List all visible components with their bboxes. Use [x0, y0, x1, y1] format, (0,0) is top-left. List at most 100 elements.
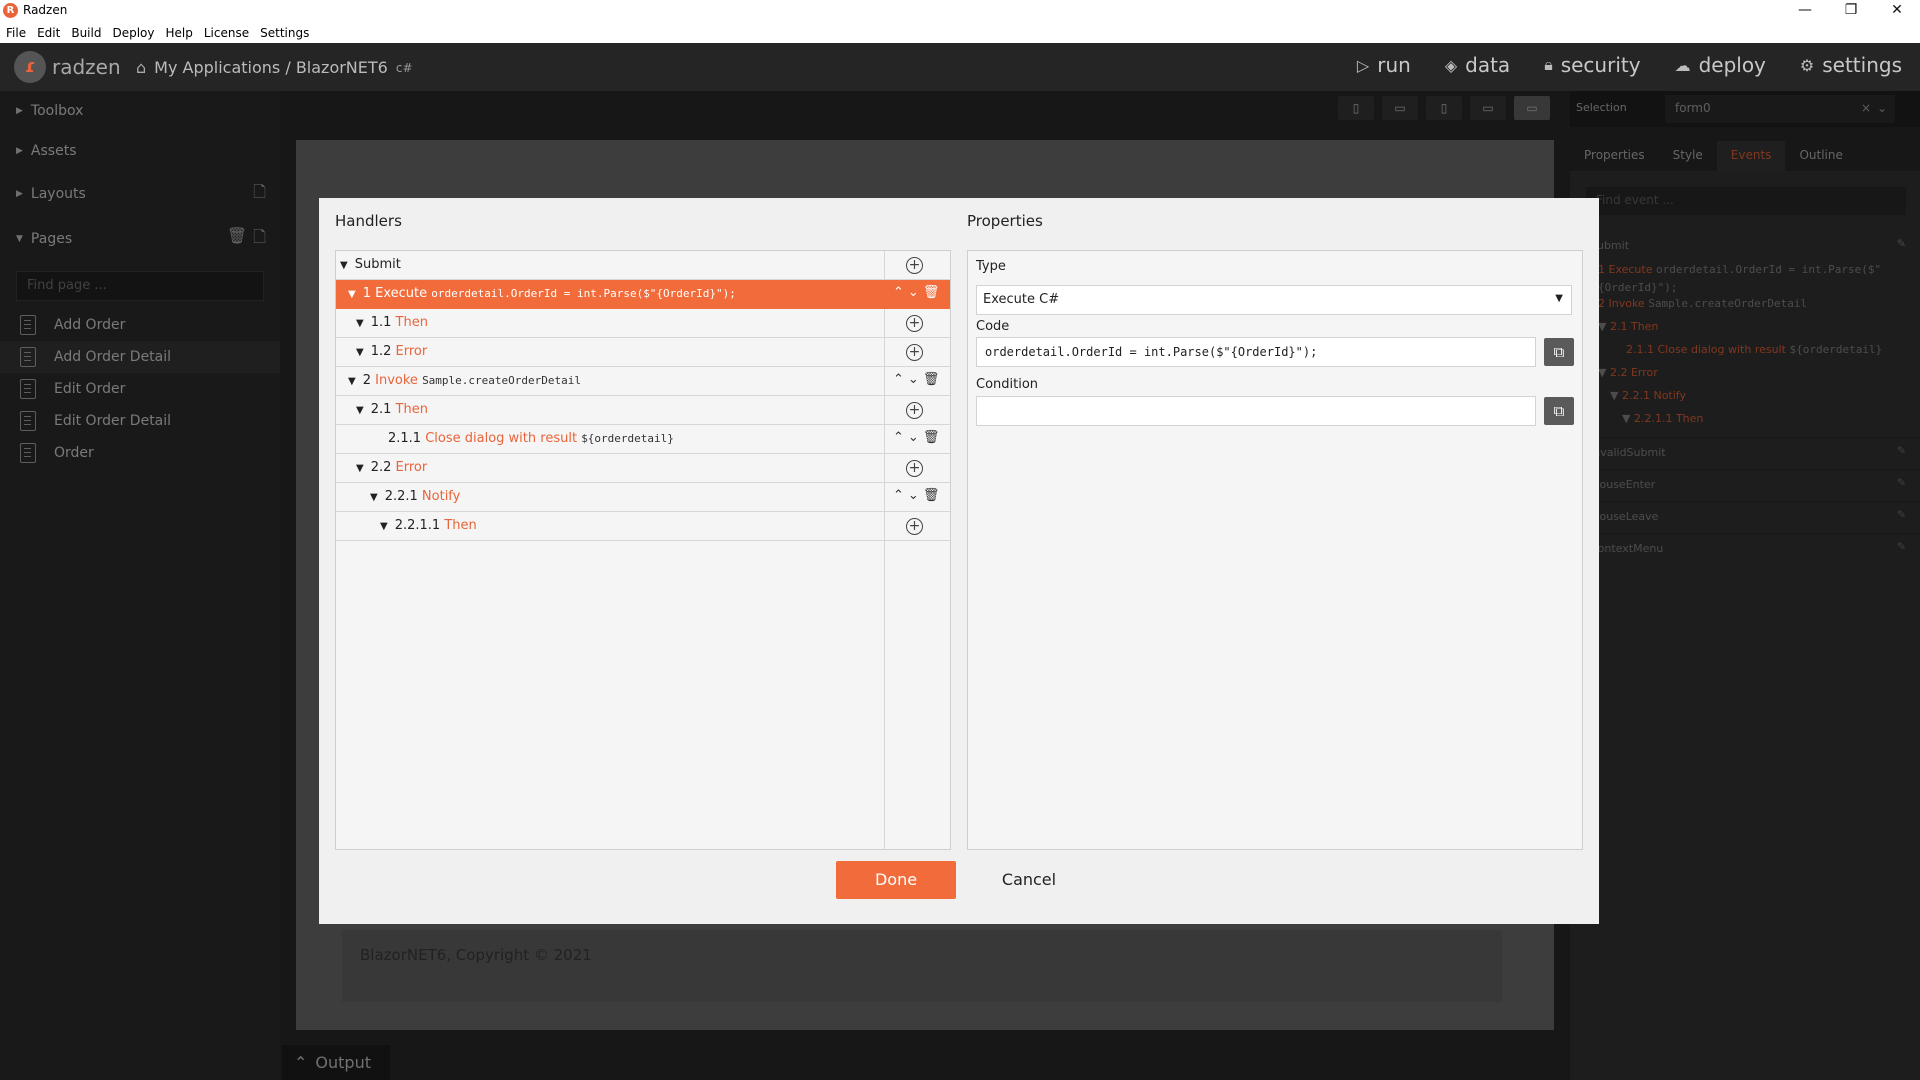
handler-row-2[interactable]: ▼ 2 Invoke Sample.createOrderDetail ⌃ ⌄ 🗑: [336, 367, 950, 396]
caret-down-icon[interactable]: ▼: [348, 289, 356, 300]
nav-deploy-label: deploy: [1698, 53, 1766, 77]
handler-num: 2.1: [370, 402, 392, 417]
move-up-icon[interactable]: ⌃: [893, 430, 904, 445]
handler-num: 1: [362, 286, 371, 301]
add-action-icon[interactable]: +: [906, 344, 923, 361]
type-select[interactable]: Execute C# ▼: [976, 285, 1572, 315]
caret-down-icon[interactable]: ▼: [356, 463, 364, 474]
cancel-button[interactable]: Cancel: [969, 861, 1089, 899]
code-input[interactable]: orderdetail.OrderId = int.Parse($"{Order…: [976, 337, 1536, 367]
handler-num: 1.2: [370, 344, 392, 359]
handler-num: 2.1.1: [388, 431, 422, 446]
menu-build[interactable]: Build: [71, 26, 101, 40]
handler-row-1[interactable]: ▼ 1 Execute orderdetail.OrderId = int.Par…: [336, 280, 950, 309]
nav-data[interactable]: ◈ data: [1445, 53, 1510, 77]
nav-run[interactable]: ▷ run: [1357, 53, 1411, 77]
menu-deploy[interactable]: Deploy: [112, 26, 154, 40]
handler-row-2-1[interactable]: ▼ 2.1 Then +: [336, 396, 950, 425]
handler-row-2-2[interactable]: ▼ 2.2 Error +: [336, 454, 950, 483]
done-button[interactable]: Done: [836, 861, 956, 899]
handler-row-1-2[interactable]: ▼ 1.2 Error +: [336, 338, 950, 367]
move-down-icon[interactable]: ⌄: [908, 488, 919, 503]
handler-kw: Then: [395, 402, 428, 417]
add-action-icon[interactable]: +: [906, 257, 923, 274]
nav-security[interactable]: 🔒︎ security: [1544, 53, 1640, 77]
handler-row-2-2-1-1[interactable]: ▼ 2.2.1.1 Then +: [336, 512, 950, 541]
condition-label: Condition: [976, 377, 1039, 392]
cloud-icon: ☁: [1674, 55, 1691, 75]
handler-kw: Invoke: [375, 373, 418, 388]
handler-code: orderdetail.OrderId = int.Parse($"{Order…: [431, 287, 736, 300]
open-editor-icon[interactable]: ⧉: [1544, 397, 1574, 425]
move-up-icon[interactable]: ⌃: [893, 488, 904, 503]
add-action-icon[interactable]: +: [906, 402, 923, 419]
delete-icon[interactable]: 🗑: [923, 430, 940, 445]
menu-edit[interactable]: Edit: [37, 26, 60, 40]
delete-icon[interactable]: 🗑: [923, 488, 940, 503]
caret-down-icon[interactable]: ▼: [370, 492, 378, 503]
caret-down-icon[interactable]: ▼: [356, 405, 364, 416]
nav-data-label: data: [1465, 53, 1511, 77]
menu-settings[interactable]: Settings: [260, 26, 309, 40]
nav-deploy[interactable]: ☁ deploy: [1675, 53, 1766, 77]
play-icon: ▷: [1356, 55, 1370, 75]
menu-help[interactable]: Help: [166, 26, 193, 40]
caret-down-icon[interactable]: ▼: [340, 260, 348, 271]
close-window-button[interactable]: ✕: [1874, 0, 1920, 22]
move-down-icon[interactable]: ⌄: [908, 430, 919, 445]
caret-down-icon[interactable]: ▼: [356, 347, 364, 358]
menu-file[interactable]: File: [6, 26, 26, 40]
home-icon: ⌂: [136, 58, 147, 77]
column-divider: [884, 541, 885, 849]
condition-input[interactable]: [976, 396, 1536, 426]
caret-down-icon[interactable]: ▼: [348, 376, 356, 387]
handler-kw: Execute: [375, 286, 428, 301]
handler-row-2-1-1[interactable]: 2.1.1 Close dialog with result ${orderde…: [336, 425, 950, 454]
delete-icon[interactable]: 🗑: [923, 372, 940, 387]
nav-settings[interactable]: ⚙ settings: [1800, 53, 1902, 77]
add-action-icon[interactable]: +: [906, 315, 923, 332]
move-up-icon[interactable]: ⌃: [893, 285, 904, 300]
breadcrumb-text: My Applications / BlazorNET6: [154, 58, 388, 77]
caret-down-icon[interactable]: ▼: [380, 521, 388, 532]
code-label: Code: [976, 319, 1010, 334]
layers-icon: ◈: [1444, 55, 1458, 75]
move-down-icon[interactable]: ⌄: [908, 285, 919, 300]
menu-license[interactable]: License: [204, 26, 249, 40]
handler-row-2-2-1[interactable]: ▼ 2.2.1 Notify ⌃ ⌄ 🗑: [336, 483, 950, 512]
delete-icon[interactable]: 🗑: [923, 285, 940, 300]
handler-row-submit[interactable]: ▼ Submit +: [336, 251, 950, 280]
handler-row-1-1[interactable]: ▼ 1.1 Then +: [336, 309, 950, 338]
app-header: ɾ radzen ⌂ My Applications / BlazorNET6 …: [0, 43, 1920, 91]
maximize-button[interactable]: ❐: [1828, 0, 1874, 22]
nav-run-label: run: [1377, 53, 1411, 77]
breadcrumb[interactable]: ⌂ My Applications / BlazorNET6 c#: [136, 58, 413, 77]
add-action-icon[interactable]: +: [906, 518, 923, 535]
nav-settings-label: settings: [1822, 53, 1902, 77]
dropdown-caret-icon: ▼: [1555, 293, 1563, 304]
brand-name: radzen: [52, 55, 121, 79]
handler-num: 2.2.1: [384, 489, 418, 504]
menu-bar: File Edit Build Deploy Help License Sett…: [0, 22, 1920, 43]
add-action-icon[interactable]: +: [906, 460, 923, 477]
app-logo-icon: R: [3, 3, 18, 18]
move-down-icon[interactable]: ⌄: [908, 372, 919, 387]
handler-kw: Then: [395, 315, 428, 330]
nav-security-label: security: [1560, 53, 1641, 77]
window-title: Radzen: [23, 3, 68, 17]
open-editor-icon[interactable]: ⧉: [1544, 338, 1574, 366]
brand[interactable]: ɾ radzen: [14, 51, 121, 83]
minimize-button[interactable]: —: [1782, 0, 1828, 22]
caret-down-icon[interactable]: ▼: [356, 318, 364, 329]
handlers-title: Handlers: [335, 212, 402, 230]
project-type-badge: c#: [395, 60, 413, 75]
type-label: Type: [976, 259, 1006, 274]
radzen-logo-icon: ɾ: [14, 51, 46, 83]
handler-kw: Notify: [421, 489, 461, 504]
handler-num: 2: [362, 373, 371, 388]
handler-kw: Close dialog with result: [425, 431, 578, 446]
move-up-icon[interactable]: ⌃: [893, 372, 904, 387]
title-bar: R Radzen — ❐ ✕: [0, 0, 1920, 22]
handler-kw: Then: [444, 518, 477, 533]
handler-num: 1.1: [370, 315, 392, 330]
